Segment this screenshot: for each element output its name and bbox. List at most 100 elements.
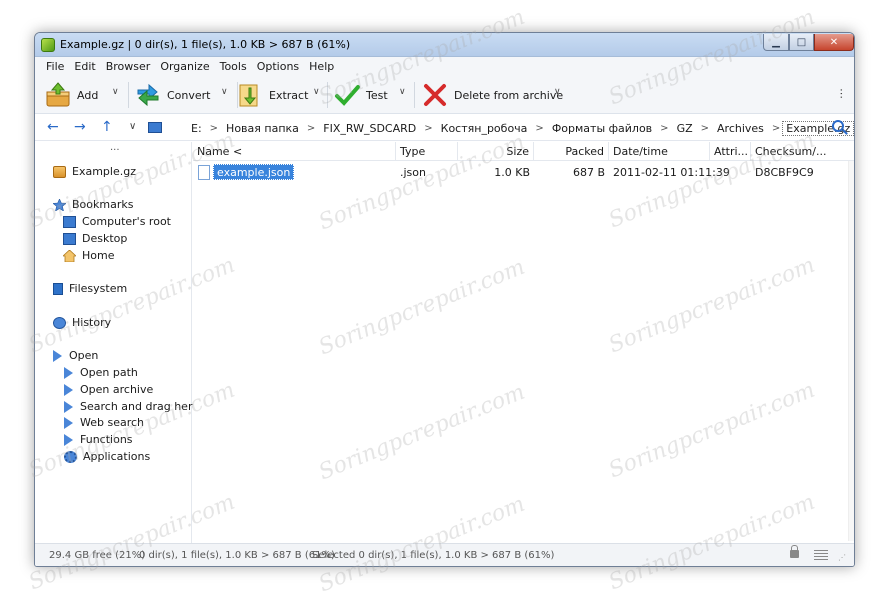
file-name[interactable]: example.json (213, 164, 295, 180)
menu-help[interactable]: Help (304, 60, 339, 73)
crumb-separator[interactable]: > (422, 123, 434, 134)
checkmark-icon (334, 82, 360, 108)
convert-button[interactable]: Convert (135, 80, 211, 110)
crumb-folder[interactable]: Форматы файлов (546, 122, 658, 135)
file-checksum: D8CBF9C9 (755, 166, 814, 179)
column-type[interactable]: Type (396, 142, 458, 161)
computer-icon[interactable] (148, 122, 162, 133)
column-attributes[interactable]: Attri... (710, 142, 751, 161)
column-checksum[interactable]: Checksum/... (751, 142, 848, 161)
sidebar-item-web-search[interactable]: Web search (64, 416, 144, 429)
app-icon (41, 38, 55, 52)
test-dropdown[interactable]: ∨ (399, 87, 406, 97)
play-icon (64, 433, 73, 446)
back-arrow-icon[interactable]: ← (47, 119, 59, 135)
toolbar-separator (327, 82, 328, 108)
history-dropdown[interactable]: ∨ (129, 121, 136, 132)
menu-browser[interactable]: Browser (101, 60, 156, 73)
maximize-button[interactable]: □ (789, 34, 814, 51)
file-type: .json (400, 166, 426, 179)
sidebar-item-label: Example.gz (72, 165, 136, 178)
column-size[interactable]: Size (458, 142, 534, 161)
sidebar-item-filesystem[interactable]: Filesystem (53, 282, 127, 295)
toolbar: Add ∨ Convert ∨ Extract ∨ Test ∨ Delete … (35, 76, 854, 114)
sidebar-item-archive[interactable]: Example.gz (53, 165, 136, 178)
add-dropdown[interactable]: ∨ (112, 87, 119, 97)
crumb-separator[interactable]: > (658, 123, 670, 134)
sidebar-item-label: Open (69, 349, 99, 362)
sidebar-item-label: Applications (83, 450, 151, 463)
crumb-separator[interactable]: > (208, 123, 220, 134)
sidebar-item-desktop[interactable]: Desktop (63, 232, 127, 245)
crumb-separator[interactable]: > (770, 123, 782, 134)
sidebar-item-bookmarks[interactable]: Bookmarks (52, 197, 134, 212)
menu-tools[interactable]: Tools (215, 60, 252, 73)
crumb-separator[interactable]: > (533, 123, 545, 134)
sidebar-item-label: Bookmarks (72, 198, 134, 211)
crumb-separator[interactable]: > (305, 123, 317, 134)
up-arrow-icon[interactable]: ↑ (101, 119, 113, 135)
test-label: Test (366, 88, 388, 102)
sidebar-item-history[interactable]: History (53, 316, 111, 329)
toolbar-separator (128, 82, 129, 108)
list-view-icon[interactable] (814, 550, 828, 561)
delete-from-archive-button[interactable]: Delete from archive (422, 80, 563, 110)
vertical-scrollbar[interactable] (848, 161, 854, 541)
title-bar[interactable]: Example.gz | 0 dir(s), 1 file(s), 1.0 KB… (35, 33, 854, 57)
column-header: Name < Type Size Packed Date/time Attri.… (193, 142, 854, 161)
file-size: 1.0 KB (494, 166, 530, 179)
archive-icon (53, 165, 66, 178)
desktop-icon (63, 232, 76, 245)
sidebar-item-search-drag[interactable]: Search and drag here (64, 400, 199, 413)
column-name[interactable]: Name < (193, 142, 396, 161)
menu-organize[interactable]: Organize (155, 60, 214, 73)
crumb-folder[interactable]: Новая папка (220, 122, 305, 135)
forward-arrow-icon[interactable]: → (74, 119, 86, 135)
crumb-folder[interactable]: GZ (671, 122, 699, 135)
sidebar-item-open-archive[interactable]: Open archive (64, 383, 153, 396)
file-icon (198, 165, 210, 180)
crumb-drive[interactable]: E: (185, 122, 208, 135)
crumb-folder[interactable]: FIX_RW_SDCARD (317, 122, 422, 135)
play-icon (64, 366, 73, 379)
sidebar-item-label: Desktop (82, 232, 128, 245)
convert-dropdown[interactable]: ∨ (221, 87, 228, 97)
resize-grip[interactable]: ⋰ (838, 553, 846, 562)
sidebar-item-home[interactable]: Home (61, 248, 115, 262)
menu-edit[interactable]: Edit (69, 60, 100, 73)
menu-options[interactable]: Options (252, 60, 304, 73)
minimize-button[interactable]: ▁ (763, 34, 789, 51)
crumb-separator[interactable]: > (699, 123, 711, 134)
sidebar-item-functions[interactable]: Functions (64, 433, 133, 446)
extract-button[interactable]: Extract (237, 80, 308, 110)
crumb-folder[interactable]: Костян_робоча (435, 122, 534, 135)
sidebar-item-open-path[interactable]: Open path (64, 366, 138, 379)
file-list: Name < Type Size Packed Date/time Attri.… (193, 142, 854, 543)
home-icon (61, 248, 78, 262)
breadcrumb: E: > Новая папка > FIX_RW_SDCARD > Костя… (185, 121, 854, 136)
sidebar-item-label: Computer's root (82, 215, 171, 228)
test-button[interactable]: Test (334, 80, 388, 110)
crumb-folder[interactable]: Archives (711, 122, 770, 135)
table-row[interactable]: example.json .json 1.0 KB 687 B 2011-02-… (193, 164, 854, 181)
sidebar-item-computers-root[interactable]: Computer's root (63, 215, 171, 228)
add-button[interactable]: Add (45, 80, 98, 110)
column-datetime[interactable]: Date/time (609, 142, 710, 161)
menu-bar: File Edit Browser Organize Tools Options… (35, 57, 854, 76)
sidebar-item-open[interactable]: Open (53, 349, 98, 362)
search-icon[interactable] (832, 120, 844, 132)
sidebar-more[interactable]: ··· (110, 145, 120, 156)
sidebar-item-applications[interactable]: Applications (64, 450, 150, 463)
extract-dropdown[interactable]: ∨ (313, 87, 320, 97)
column-packed[interactable]: Packed (534, 142, 609, 161)
menu-file[interactable]: File (41, 60, 69, 73)
delete-label: Delete from archive (454, 88, 564, 102)
lock-icon[interactable] (790, 545, 799, 558)
close-button[interactable]: ✕ (814, 34, 854, 51)
sidebar-item-label: Home (82, 249, 115, 262)
convert-icon (135, 82, 161, 108)
sidebar-item-label: Search and drag here (80, 400, 199, 413)
delete-dropdown[interactable]: ∨ (554, 87, 561, 97)
add-archive-icon (45, 82, 71, 108)
toolbar-more-icon[interactable]: ⋯ (835, 88, 848, 98)
